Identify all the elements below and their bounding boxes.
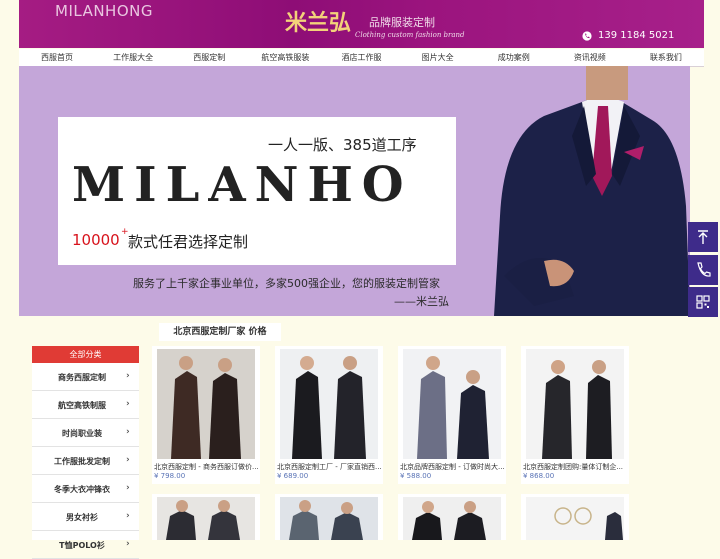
category-item[interactable]: 时尚职业装 › (32, 419, 139, 447)
product-name[interactable]: 北京西服定制工厂 - 厂家直销西... (277, 462, 383, 472)
category-sidebar: 全部分类 商务西服定制 › 航空高铁制服 › 时尚职业装 › 工作服批发定制 ›… (32, 346, 139, 559)
phone-icon (697, 262, 711, 277)
section-title: 北京西服定制厂家 价格 (159, 323, 281, 341)
chevron-right-icon: › (126, 455, 130, 465)
brand-name[interactable]: MILANHONG (55, 2, 153, 20)
hero-brand-wordmark: MILANHO (72, 157, 413, 213)
product-price: ¥ 689.00 (277, 472, 309, 480)
product-price: ¥ 798.00 (154, 472, 186, 480)
arrow-up-icon (698, 230, 708, 244)
product-name[interactable]: 北京西服定制 - 商务西服订做价... (154, 462, 260, 472)
nav-item-hotel-uniform[interactable]: 酒店工作服 (323, 49, 399, 66)
chevron-right-icon: › (126, 371, 130, 381)
hero-style-desc: 款式任君选择定制 (128, 233, 249, 251)
nav-item-workwear[interactable]: 工作服大全 (95, 49, 171, 66)
site-header: MILANHONG 米兰弘 品牌服装定制 Clothing custom fas… (19, 0, 704, 48)
nav-item-home[interactable]: 西服首页 (19, 49, 95, 66)
hero-signature: ——米兰弘 (394, 295, 449, 308)
chevron-right-icon: › (126, 399, 130, 409)
category-item[interactable]: 工作服批发定制 › (32, 447, 139, 475)
hero-style-count: 10000 (72, 231, 120, 249)
phone-contact-button[interactable] (688, 255, 718, 285)
nav-item-gallery[interactable]: 图片大全 (400, 49, 476, 66)
category-item[interactable]: 冬季大衣冲锋衣 › (32, 475, 139, 503)
product-image[interactable] (280, 349, 378, 459)
category-header: 全部分类 (32, 346, 139, 363)
nav-item-airline-uniform[interactable]: 航空高铁服装 (247, 49, 323, 66)
product-image[interactable] (403, 349, 501, 459)
back-to-top-button[interactable] (688, 222, 718, 252)
chevron-right-icon: › (126, 511, 130, 521)
product-image[interactable] (526, 349, 624, 459)
product-image[interactable] (157, 349, 255, 459)
hero-subtitle: 服务了上千家企事业单位，多家500强企业，您的服装定制管家 (133, 277, 440, 290)
chevron-right-icon: › (126, 539, 130, 549)
qrcode-button[interactable] (688, 287, 718, 317)
product-card[interactable] (152, 494, 260, 540)
hero-card: 一人一版、385道工序 MILANHO 10000 + 款式任君选择定制 (58, 117, 456, 265)
product-image[interactable] (152, 494, 260, 540)
category-label: 工作服批发定制 (54, 457, 110, 466)
product-name[interactable]: 北京品牌西服定制 - 订做时尚大... (400, 462, 506, 472)
brand-logo[interactable]: 米兰弘 (285, 5, 351, 37)
product-card[interactable]: 北京西服定制 - 商务西服订做价... ¥ 798.00 (152, 346, 260, 484)
nav-item-news[interactable]: 资讯视频 (552, 49, 628, 66)
chevron-right-icon: › (126, 427, 130, 437)
category-label: 冬季大衣冲锋衣 (54, 485, 110, 494)
nav-item-suit-custom[interactable]: 西服定制 (171, 49, 247, 66)
category-item[interactable]: T恤POLO衫 › (32, 531, 139, 559)
category-item[interactable]: 航空高铁制服 › (32, 391, 139, 419)
product-price: ¥ 588.00 (400, 472, 432, 480)
hero-line1: 一人一版、385道工序 (268, 136, 417, 154)
category-item[interactable]: 商务西服定制 › (32, 363, 139, 391)
phone-number[interactable]: 139 1184 5021 (598, 30, 674, 41)
product-image[interactable] (521, 494, 629, 540)
nav-item-cases[interactable]: 成功案例 (476, 49, 552, 66)
product-card[interactable]: 北京西服定制团购:量体订制企... ¥ 868.00 (521, 346, 629, 484)
header-tagline: Clothing custom fashion brand (355, 31, 465, 39)
category-item[interactable]: 男女衬衫 › (32, 503, 139, 531)
category-label: T恤POLO衫 (59, 541, 105, 550)
product-card[interactable] (275, 494, 383, 540)
qrcode-icon (696, 295, 710, 309)
chevron-right-icon: › (126, 483, 130, 493)
category-label: 商务西服定制 (58, 373, 106, 382)
product-price: ¥ 868.00 (523, 472, 555, 480)
hero-banner[interactable]: 一人一版、385道工序 MILANHO 10000 + 款式任君选择定制 服务了… (19, 66, 690, 316)
main-nav: 西服首页 工作服大全 西服定制 航空高铁服装 酒店工作服 图片大全 成功案例 资… (19, 49, 704, 67)
category-label: 航空高铁制服 (58, 401, 106, 410)
product-card[interactable]: 北京品牌西服定制 - 订做时尚大... ¥ 588.00 (398, 346, 506, 484)
product-card[interactable]: 北京西服定制工厂 - 厂家直销西... ¥ 689.00 (275, 346, 383, 484)
product-image[interactable] (275, 494, 383, 540)
nav-item-contact[interactable]: 联系我们 (628, 49, 704, 66)
header-slogan: 品牌服装定制 (369, 16, 435, 29)
suit-model-image (494, 66, 690, 316)
product-image[interactable] (398, 494, 506, 540)
product-card[interactable] (521, 494, 629, 540)
product-card[interactable] (398, 494, 506, 540)
category-label: 时尚职业装 (62, 429, 102, 438)
phone-icon (582, 31, 592, 41)
product-name[interactable]: 北京西服定制团购:量体订制企... (523, 462, 629, 472)
category-label: 男女衬衫 (66, 513, 98, 522)
